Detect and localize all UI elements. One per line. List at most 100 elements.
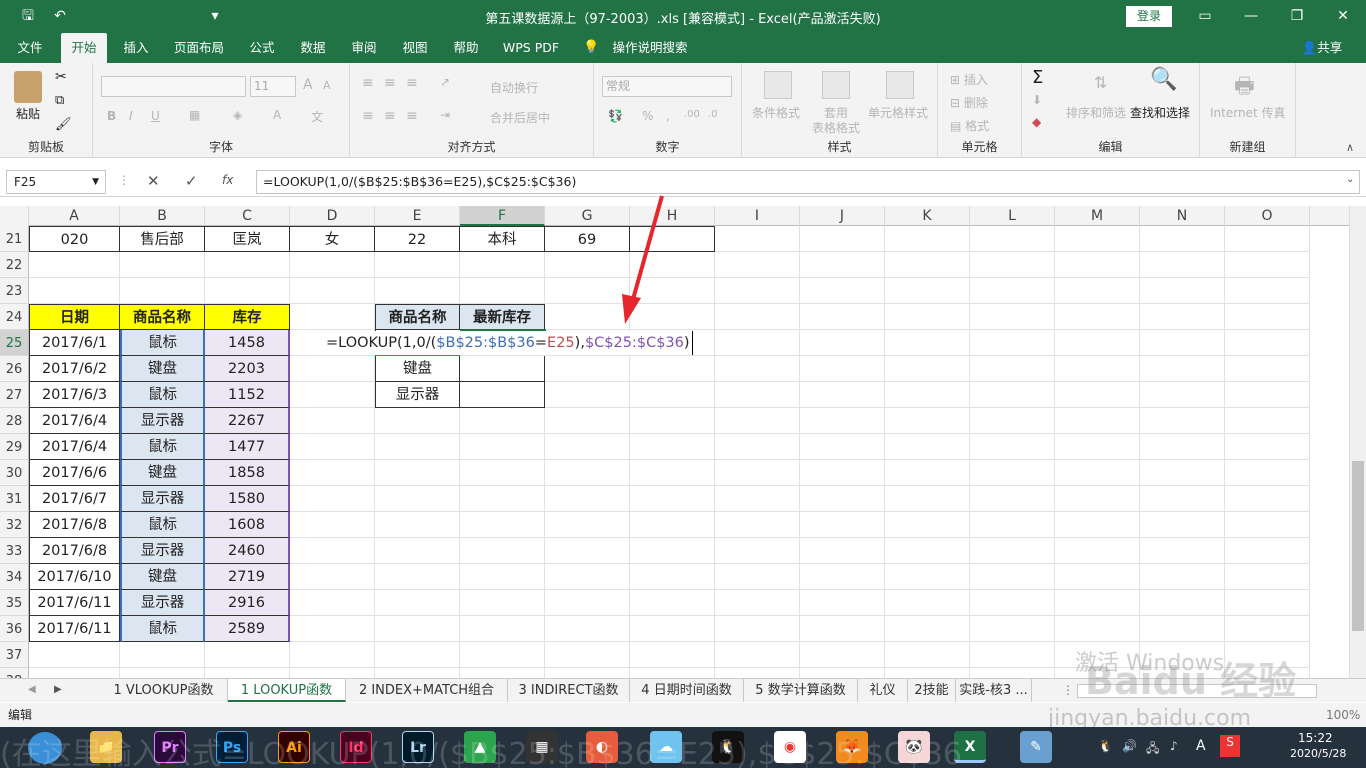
table-cell[interactable]: 2017/6/1 bbox=[29, 330, 120, 356]
sort-filter-button[interactable]: 排序和筛选 bbox=[1066, 104, 1126, 121]
grid-cell[interactable] bbox=[885, 512, 970, 538]
table-cell[interactable]: 鼠标 bbox=[120, 434, 205, 460]
grid-cell[interactable] bbox=[630, 382, 715, 408]
find-select-button[interactable]: 查找和选择 bbox=[1130, 104, 1190, 121]
grid-cell[interactable] bbox=[1055, 226, 1140, 252]
excel-taskbar-icon[interactable]: X bbox=[954, 731, 986, 763]
app-pr-icon[interactable]: Pr bbox=[154, 731, 186, 763]
grid-cell[interactable] bbox=[715, 304, 800, 330]
table-cell[interactable]: 键盘 bbox=[120, 460, 205, 486]
grid-cell[interactable] bbox=[630, 460, 715, 486]
row21-cell[interactable]: 匡岚 bbox=[205, 226, 290, 252]
table-cell[interactable]: 2017/6/11 bbox=[29, 590, 120, 616]
grid-cell[interactable] bbox=[460, 252, 545, 278]
clock-date[interactable]: 2020/5/28 bbox=[1290, 747, 1346, 760]
row-header-33[interactable]: 33 bbox=[0, 538, 29, 564]
grid-cell[interactable] bbox=[885, 252, 970, 278]
ime-icon[interactable]: A bbox=[1196, 738, 1206, 754]
grid-cell[interactable] bbox=[715, 642, 800, 668]
table-header-2[interactable]: 库存 bbox=[205, 304, 290, 330]
column-header-a[interactable]: A bbox=[29, 206, 120, 226]
number-format-select[interactable]: 常规 bbox=[602, 76, 732, 97]
grid-cell[interactable] bbox=[545, 564, 630, 590]
row-header-37[interactable]: 37 bbox=[0, 642, 29, 668]
grid-cell[interactable] bbox=[1055, 304, 1140, 330]
grid-cell[interactable] bbox=[970, 408, 1055, 434]
grid-cell[interactable] bbox=[375, 616, 460, 642]
assistant-app-icon[interactable]: ☁ bbox=[650, 731, 682, 763]
grid-cell[interactable] bbox=[1055, 252, 1140, 278]
qq-app-icon[interactable]: 🐧 bbox=[712, 731, 744, 763]
expand-formula-icon[interactable]: ⌄ bbox=[1346, 174, 1354, 185]
row21-cell[interactable]: 020 bbox=[29, 226, 120, 252]
grid-cell[interactable] bbox=[290, 252, 375, 278]
grid-cell[interactable] bbox=[29, 668, 120, 678]
borders-icon[interactable]: ▦ bbox=[189, 108, 200, 122]
grid-cell[interactable] bbox=[1140, 590, 1225, 616]
lookup-value[interactable] bbox=[460, 382, 545, 408]
sheet-tab[interactable]: 1 LOOKUP函数 bbox=[228, 679, 346, 702]
format-painter-icon[interactable]: 🖌 bbox=[55, 117, 72, 132]
grid-cell[interactable] bbox=[460, 408, 545, 434]
table-cell[interactable]: 2017/6/4 bbox=[29, 434, 120, 460]
grid-cell[interactable] bbox=[1140, 486, 1225, 512]
grid-cell[interactable] bbox=[1225, 304, 1310, 330]
grid-cell[interactable] bbox=[970, 538, 1055, 564]
tray-qq-icon[interactable]: 🐧 bbox=[1098, 739, 1113, 753]
grid-cell[interactable] bbox=[375, 486, 460, 512]
grid-cell[interactable] bbox=[290, 278, 375, 304]
table-cell[interactable]: 2719 bbox=[205, 564, 290, 590]
grid-cell[interactable] bbox=[1225, 616, 1310, 642]
grid-cell[interactable] bbox=[290, 382, 375, 408]
drive-app-icon[interactable]: ▲ bbox=[464, 731, 496, 763]
table-cell[interactable]: 键盘 bbox=[120, 564, 205, 590]
grid-cell[interactable] bbox=[290, 304, 375, 330]
grid-cell[interactable] bbox=[970, 512, 1055, 538]
mascot-app-icon[interactable]: 🐼 bbox=[898, 731, 930, 763]
clear-icon[interactable]: ◆ bbox=[1032, 115, 1041, 129]
tab-review[interactable]: 审阅 bbox=[342, 33, 386, 63]
app-ai-icon[interactable]: Ai bbox=[278, 731, 310, 763]
browser-app-icon[interactable]: 🦊 bbox=[836, 731, 868, 763]
grid-cell[interactable] bbox=[800, 486, 885, 512]
grid-cell[interactable] bbox=[970, 252, 1055, 278]
table-cell[interactable]: 1458 bbox=[205, 330, 290, 356]
table-cell[interactable]: 鼠标 bbox=[120, 382, 205, 408]
grid-cell[interactable] bbox=[970, 460, 1055, 486]
fill-color-icon[interactable]: ◈ bbox=[233, 108, 242, 122]
delete-cells-button[interactable]: ⊟ 删除 bbox=[950, 94, 988, 111]
grid-cell[interactable] bbox=[1140, 460, 1225, 486]
table-cell[interactable]: 鼠标 bbox=[120, 512, 205, 538]
grid-cell[interactable] bbox=[885, 642, 970, 668]
grid-cell[interactable] bbox=[1140, 278, 1225, 304]
grid-cell[interactable] bbox=[545, 616, 630, 642]
grid-cell[interactable] bbox=[800, 434, 885, 460]
grid-cell[interactable] bbox=[375, 564, 460, 590]
paste-icon[interactable] bbox=[14, 71, 42, 103]
row-header-28[interactable]: 28 bbox=[0, 408, 29, 434]
percent-icon[interactable]: % bbox=[642, 109, 653, 123]
grid-cell[interactable] bbox=[290, 590, 375, 616]
grid-cell[interactable] bbox=[375, 408, 460, 434]
sheet-tab[interactable]: 5 数学计算函数 bbox=[744, 679, 858, 702]
table-cell[interactable]: 鼠标 bbox=[120, 330, 205, 356]
wps-app-icon[interactable]: ◐ bbox=[586, 731, 618, 763]
sheet-tab[interactable]: 1 VLOOKUP函数 bbox=[100, 679, 228, 702]
conditional-format-icon[interactable] bbox=[764, 71, 792, 99]
grid-cell[interactable] bbox=[800, 330, 885, 356]
table-cell[interactable]: 2017/6/4 bbox=[29, 408, 120, 434]
tab-insert[interactable]: 插入 bbox=[114, 33, 158, 63]
name-box[interactable]: F25 ▼ bbox=[6, 170, 106, 194]
align-top-icon[interactable]: ≡ bbox=[362, 75, 374, 91]
lookup-header-0[interactable]: 商品名称 bbox=[375, 304, 460, 330]
insert-cells-button[interactable]: ⊞ 插入 bbox=[950, 71, 988, 88]
grid-cell[interactable] bbox=[1225, 278, 1310, 304]
grid-cell[interactable] bbox=[120, 278, 205, 304]
row-header-30[interactable]: 30 bbox=[0, 460, 29, 486]
grid-cell[interactable] bbox=[545, 486, 630, 512]
grid-cell[interactable] bbox=[885, 356, 970, 382]
insert-function-icon[interactable]: fx bbox=[222, 173, 233, 187]
grid-cell[interactable] bbox=[1225, 486, 1310, 512]
grid-cell[interactable] bbox=[715, 590, 800, 616]
grow-font-icon[interactable]: A bbox=[303, 77, 313, 93]
